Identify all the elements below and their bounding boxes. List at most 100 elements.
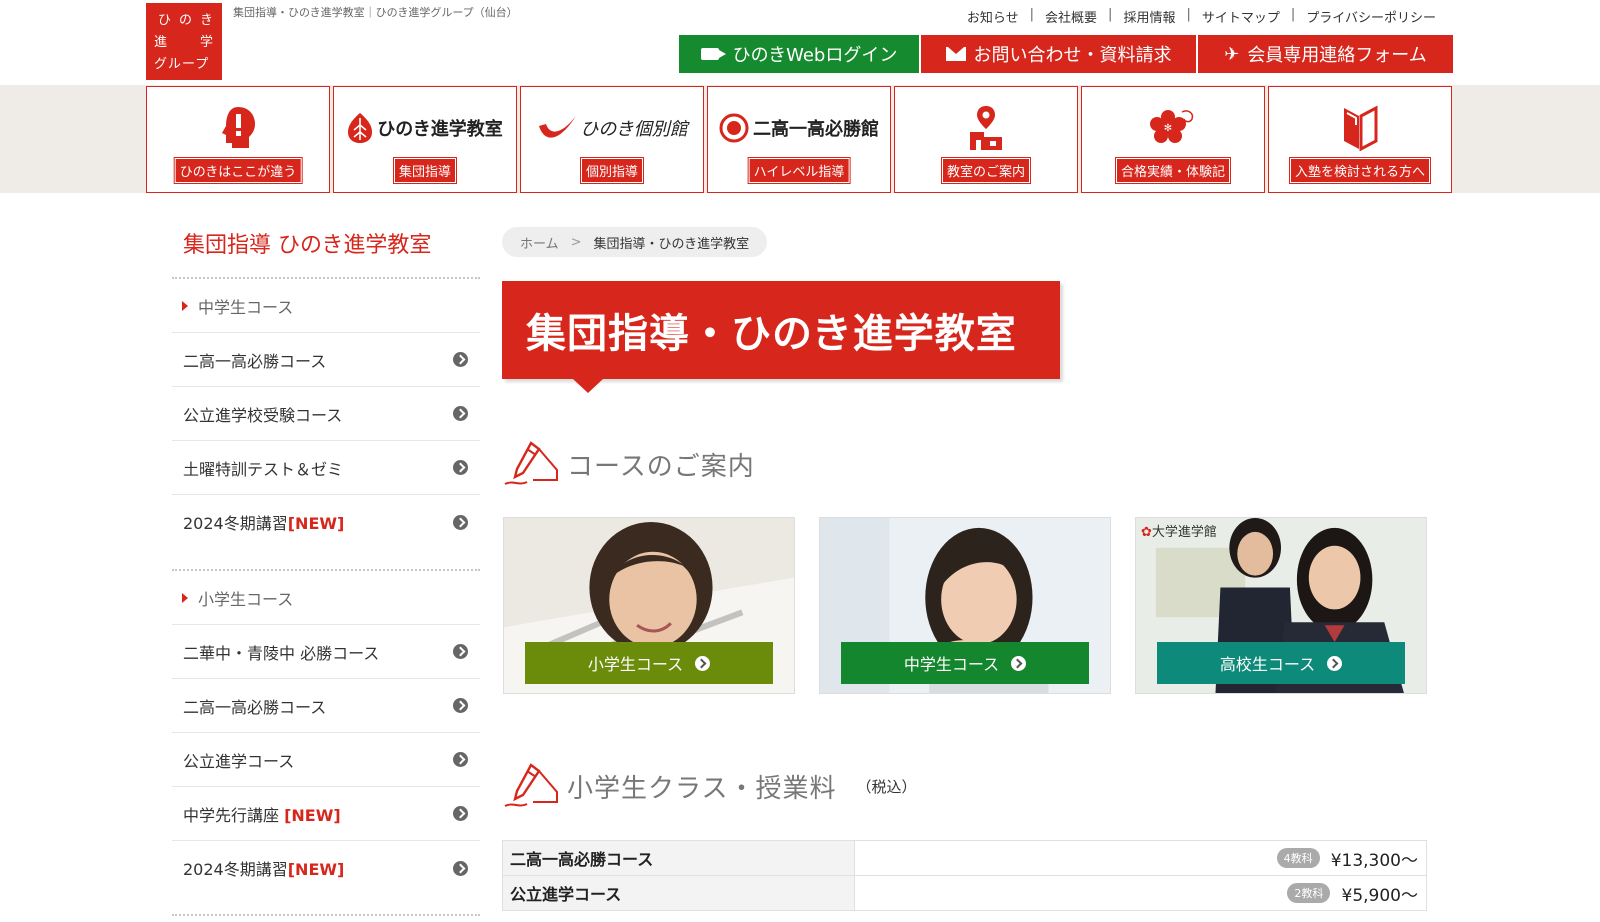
chevron-circle-icon	[453, 406, 468, 421]
course-price: ¥5,900〜	[1341, 885, 1418, 906]
pen-writing-icon	[504, 763, 558, 807]
video-camera-icon	[700, 48, 726, 60]
envelope-icon	[945, 47, 966, 61]
exclamation-head-icon	[222, 107, 255, 148]
top-link-company[interactable]: 会社概要	[1034, 7, 1108, 26]
chevron-circle-icon	[453, 752, 468, 767]
sidebar-middle-school: 中学生コース 二高一高必勝コース 公立進学校受験コース 土曜特訓テスト＆ゼミ 2…	[172, 277, 480, 549]
chevron-circle-icon	[453, 514, 468, 530]
sidebar-item[interactable]: 中学先行講座 [NEW]	[172, 787, 480, 841]
sidebar-item[interactable]: 二高一高必勝コース	[172, 333, 480, 387]
sidebar-item[interactable]: 公立進学コース	[172, 733, 480, 787]
chevron-circle-icon	[453, 644, 468, 659]
title-pointer	[573, 379, 603, 393]
category-label: ひのきはここが違う	[174, 158, 302, 183]
table-row: 二高一高必勝コース 4教科 ¥13,300〜	[502, 840, 1427, 876]
category-label: ハイレベル指導	[748, 158, 850, 183]
logo-char: ひ	[157, 12, 171, 28]
sidebar-item[interactable]: 二高一高必勝コース	[172, 679, 480, 733]
svg-text:✻: ✻	[1164, 123, 1172, 134]
course-price: ¥13,300〜	[1330, 850, 1418, 871]
web-login-button[interactable]: ひのきWebログイン	[679, 35, 919, 73]
course-card-elementary[interactable]: 小学生コース	[503, 517, 795, 694]
chevron-circle-icon	[453, 460, 468, 475]
chevron-circle-icon	[453, 806, 468, 821]
brand-name: ひのき進学教室	[377, 119, 503, 140]
top-link-privacy[interactable]: プライバシーポリシー	[1295, 7, 1447, 26]
web-login-label: ひのきWebログイン	[732, 45, 898, 66]
category-label: 合格実績・体験記	[1115, 158, 1231, 183]
fee-table: 二高一高必勝コース 4教科 ¥13,300〜 公立進学コース 2教科 ¥5,90…	[502, 840, 1427, 911]
category-nav: ひのきはここが違う ひのき進学教室 集団指導 ひのき個別館 個別指導 二高一高必…	[146, 86, 1452, 193]
sidebar-item[interactable]: 二華中・青陵中 必勝コース	[172, 625, 480, 679]
category-classrooms[interactable]: 教室のご案内	[894, 86, 1078, 193]
member-form-label: 会員専用連絡フォーム	[1247, 45, 1427, 66]
top-link-sitemap[interactable]: サイトマップ	[1191, 7, 1291, 26]
cherry-blossom-icon: ✻	[1150, 110, 1194, 143]
sidebar-item[interactable]: 2024冬期講習[NEW]	[172, 495, 480, 549]
section-title: 小学生クラス・授業料	[567, 773, 837, 804]
subject-badge: 4教科	[1276, 848, 1320, 868]
chevron-circle-icon	[453, 698, 468, 713]
category-individual[interactable]: ひのき個別館 個別指導	[520, 86, 704, 193]
category-difference[interactable]: ひのきはここが違う	[146, 86, 330, 193]
sidebar-item[interactable]: 2024冬期講習[NEW]	[172, 841, 480, 895]
school-label: ✿大学進学館	[1141, 525, 1217, 540]
category-label: 集団指導	[393, 158, 457, 183]
sidebar-divider	[172, 914, 480, 916]
course-button[interactable]: 中学生コース	[841, 642, 1089, 684]
subject-badge: 2教科	[1287, 883, 1331, 903]
sidebar-heading[interactable]: 小学生コース	[172, 571, 480, 625]
table-row: 公立進学コース 2教科 ¥5,900〜	[502, 875, 1427, 911]
category-label: 個別指導	[580, 158, 644, 183]
breadcrumb-home[interactable]: ホーム	[520, 233, 559, 252]
sidebar-elementary: 小学生コース 二華中・青陵中 必勝コース 二高一高必勝コース 公立進学コース 中…	[172, 569, 480, 895]
paper-plane-icon: ✈	[1224, 43, 1240, 65]
category-results[interactable]: ✻ 合格実績・体験記	[1081, 86, 1265, 193]
pen-writing-icon	[504, 441, 558, 485]
course-button[interactable]: 高校生コース	[1157, 642, 1405, 684]
brand-name: ひのき個別館	[580, 119, 688, 140]
site-logo[interactable]: ひ の き 進 学 グループ	[146, 3, 222, 80]
category-group-class[interactable]: ひのき進学教室 集団指導	[333, 86, 517, 193]
logo-char: き	[199, 12, 213, 28]
courses-heading: コースのご案内	[503, 440, 755, 488]
logo-char: 進	[154, 34, 168, 50]
contact-button[interactable]: お問い合わせ・資料請求	[921, 35, 1196, 73]
swoosh-logo-icon	[539, 116, 577, 138]
course-button[interactable]: 小学生コース	[525, 642, 773, 684]
logo-char: グループ	[154, 56, 210, 72]
sidebar-heading[interactable]: 中学生コース	[172, 279, 480, 333]
tax-note: （税込）	[856, 777, 917, 796]
beginner-mark-icon	[1344, 105, 1378, 151]
chevron-circle-icon	[453, 352, 468, 367]
course-name: 二高一高必勝コース	[502, 840, 855, 876]
category-label: 教室のご案内	[941, 158, 1031, 183]
chevron-circle-icon	[453, 860, 468, 876]
course-cards: 小学生コース 中学生コース ✿大学進学館 高校生コース	[503, 517, 1427, 694]
emblem-icon	[719, 113, 749, 143]
sidebar-title: 集団指導 ひのき進学教室	[183, 233, 432, 258]
header-buttons: ひのきWebログイン お問い合わせ・資料請求 ✈ 会員専用連絡フォーム	[679, 35, 1453, 73]
member-form-button[interactable]: ✈ 会員専用連絡フォーム	[1198, 35, 1453, 73]
top-link-news[interactable]: お知らせ	[956, 7, 1030, 26]
fees-heading: 小学生クラス・授業料 （税込）	[503, 762, 917, 810]
course-card-middle[interactable]: 中学生コース	[819, 517, 1111, 694]
section-title: コースのご案内	[567, 451, 755, 482]
arrow-right-circle-icon	[1327, 655, 1343, 671]
breadcrumb: ホーム > 集団指導・ひのき進学教室	[502, 227, 768, 257]
leaf-logo-icon	[348, 113, 373, 143]
category-label: 入塾を検討される方へ	[1289, 158, 1431, 183]
category-high-level[interactable]: 二高一高必勝館 ハイレベル指導	[707, 86, 891, 193]
breadcrumb-current: 集団指導・ひのき進学教室	[593, 236, 750, 252]
contact-label: お問い合わせ・資料請求	[973, 45, 1172, 66]
top-link-recruit[interactable]: 採用情報	[1112, 7, 1186, 26]
sidebar-item[interactable]: 公立進学校受験コース	[172, 387, 480, 441]
arrow-right-circle-icon	[1011, 655, 1027, 671]
utility-nav: お知らせ | 会社概要 | 採用情報 | サイトマップ | プライバシーポリシー	[956, 7, 1447, 26]
category-new-students[interactable]: 入塾を検討される方へ	[1268, 86, 1452, 193]
site-tagline: 集団指導・ひのき進学教室｜ひのき進学グループ（仙台）	[233, 6, 518, 19]
sidebar-item[interactable]: 土曜特訓テスト＆ゼミ	[172, 441, 480, 495]
course-name: 公立進学コース	[502, 875, 855, 911]
course-card-high[interactable]: ✿大学進学館 高校生コース	[1135, 517, 1427, 694]
